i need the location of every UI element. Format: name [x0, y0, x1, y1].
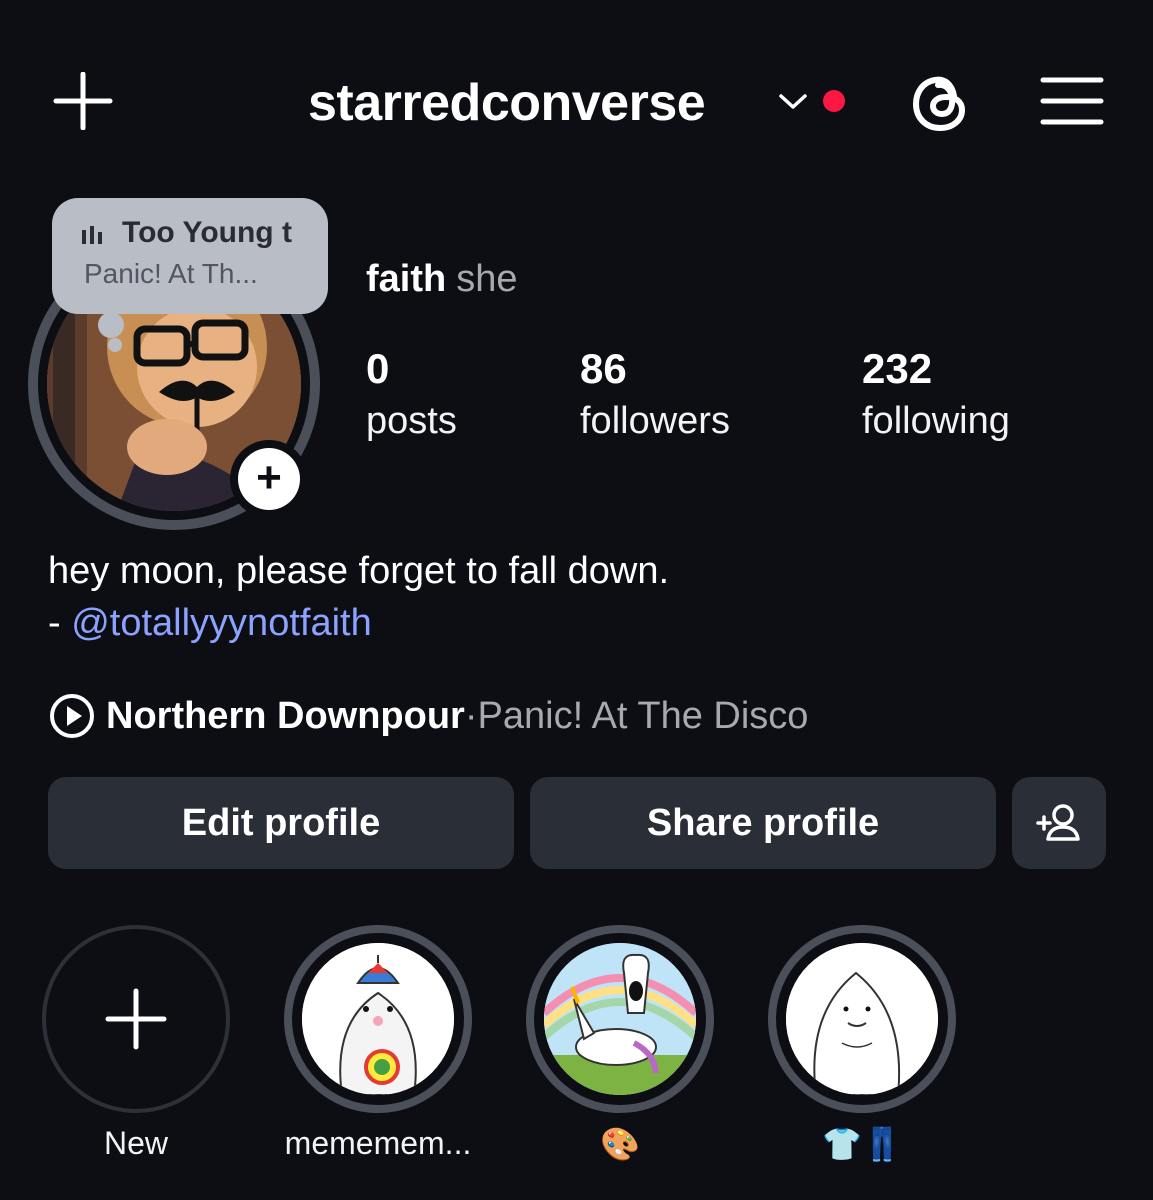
chevron-down-icon[interactable] [778, 92, 808, 112]
hamburger-menu-icon[interactable] [1040, 76, 1104, 126]
notification-dot [823, 90, 845, 112]
profile-pronouns: she [456, 258, 518, 300]
add-person-icon [1036, 804, 1080, 841]
audio-bars-icon [82, 226, 102, 244]
music-note-artist: Panic! At Th... [84, 258, 258, 289]
threads-icon[interactable] [908, 70, 972, 134]
music-separator: · [464, 694, 478, 737]
plus-icon[interactable] [52, 72, 114, 130]
bio-text: hey moon, please forget to fall down. [48, 550, 670, 592]
plus-icon [105, 988, 167, 1050]
highlight-label: mememem... [284, 1125, 472, 1161]
discover-people-button[interactable] [1012, 777, 1106, 869]
profile-name: faith [366, 258, 447, 300]
new-highlight-button[interactable] [42, 925, 230, 1113]
highlight-label: 🎨 [600, 1126, 640, 1162]
bio-prefix: - [48, 602, 72, 644]
posts-count[interactable]: 0 [366, 345, 389, 393]
music-note-title: Too Young t [122, 216, 292, 249]
bio-mention-link[interactable]: @totallyyynotfaith [71, 602, 372, 644]
profile-name-line: faith she [366, 258, 518, 301]
posts-label[interactable]: posts [366, 400, 457, 443]
play-circle-icon [50, 694, 94, 738]
edit-profile-button[interactable]: Edit profile [48, 777, 514, 869]
plus-icon: + [238, 448, 300, 510]
add-story-button[interactable]: + [230, 440, 308, 518]
following-label[interactable]: following [862, 400, 1010, 443]
profile-music[interactable]: Northern Downpour · Panic! At The Disco [48, 692, 808, 740]
bio-line-2: - @totallyyynotfaith [48, 602, 372, 645]
share-profile-button[interactable]: Share profile [530, 777, 996, 869]
highlight-item[interactable] [284, 925, 472, 1113]
following-count[interactable]: 232 [862, 345, 932, 393]
highlight-label: 👕👖 [822, 1126, 902, 1162]
music-track-title: Northern Downpour [106, 694, 465, 737]
highlight-item[interactable] [526, 925, 714, 1113]
highlight-cover [786, 943, 938, 1095]
music-artist: Panic! At The Disco [477, 694, 809, 737]
account-username[interactable]: starredconverse [308, 68, 706, 138]
highlight-item[interactable] [768, 925, 956, 1113]
followers-count[interactable]: 86 [580, 345, 627, 393]
highlight-cover [544, 943, 696, 1095]
highlight-label: New [103, 1125, 168, 1161]
highlight-cover [302, 943, 454, 1095]
followers-label[interactable]: followers [580, 400, 730, 443]
